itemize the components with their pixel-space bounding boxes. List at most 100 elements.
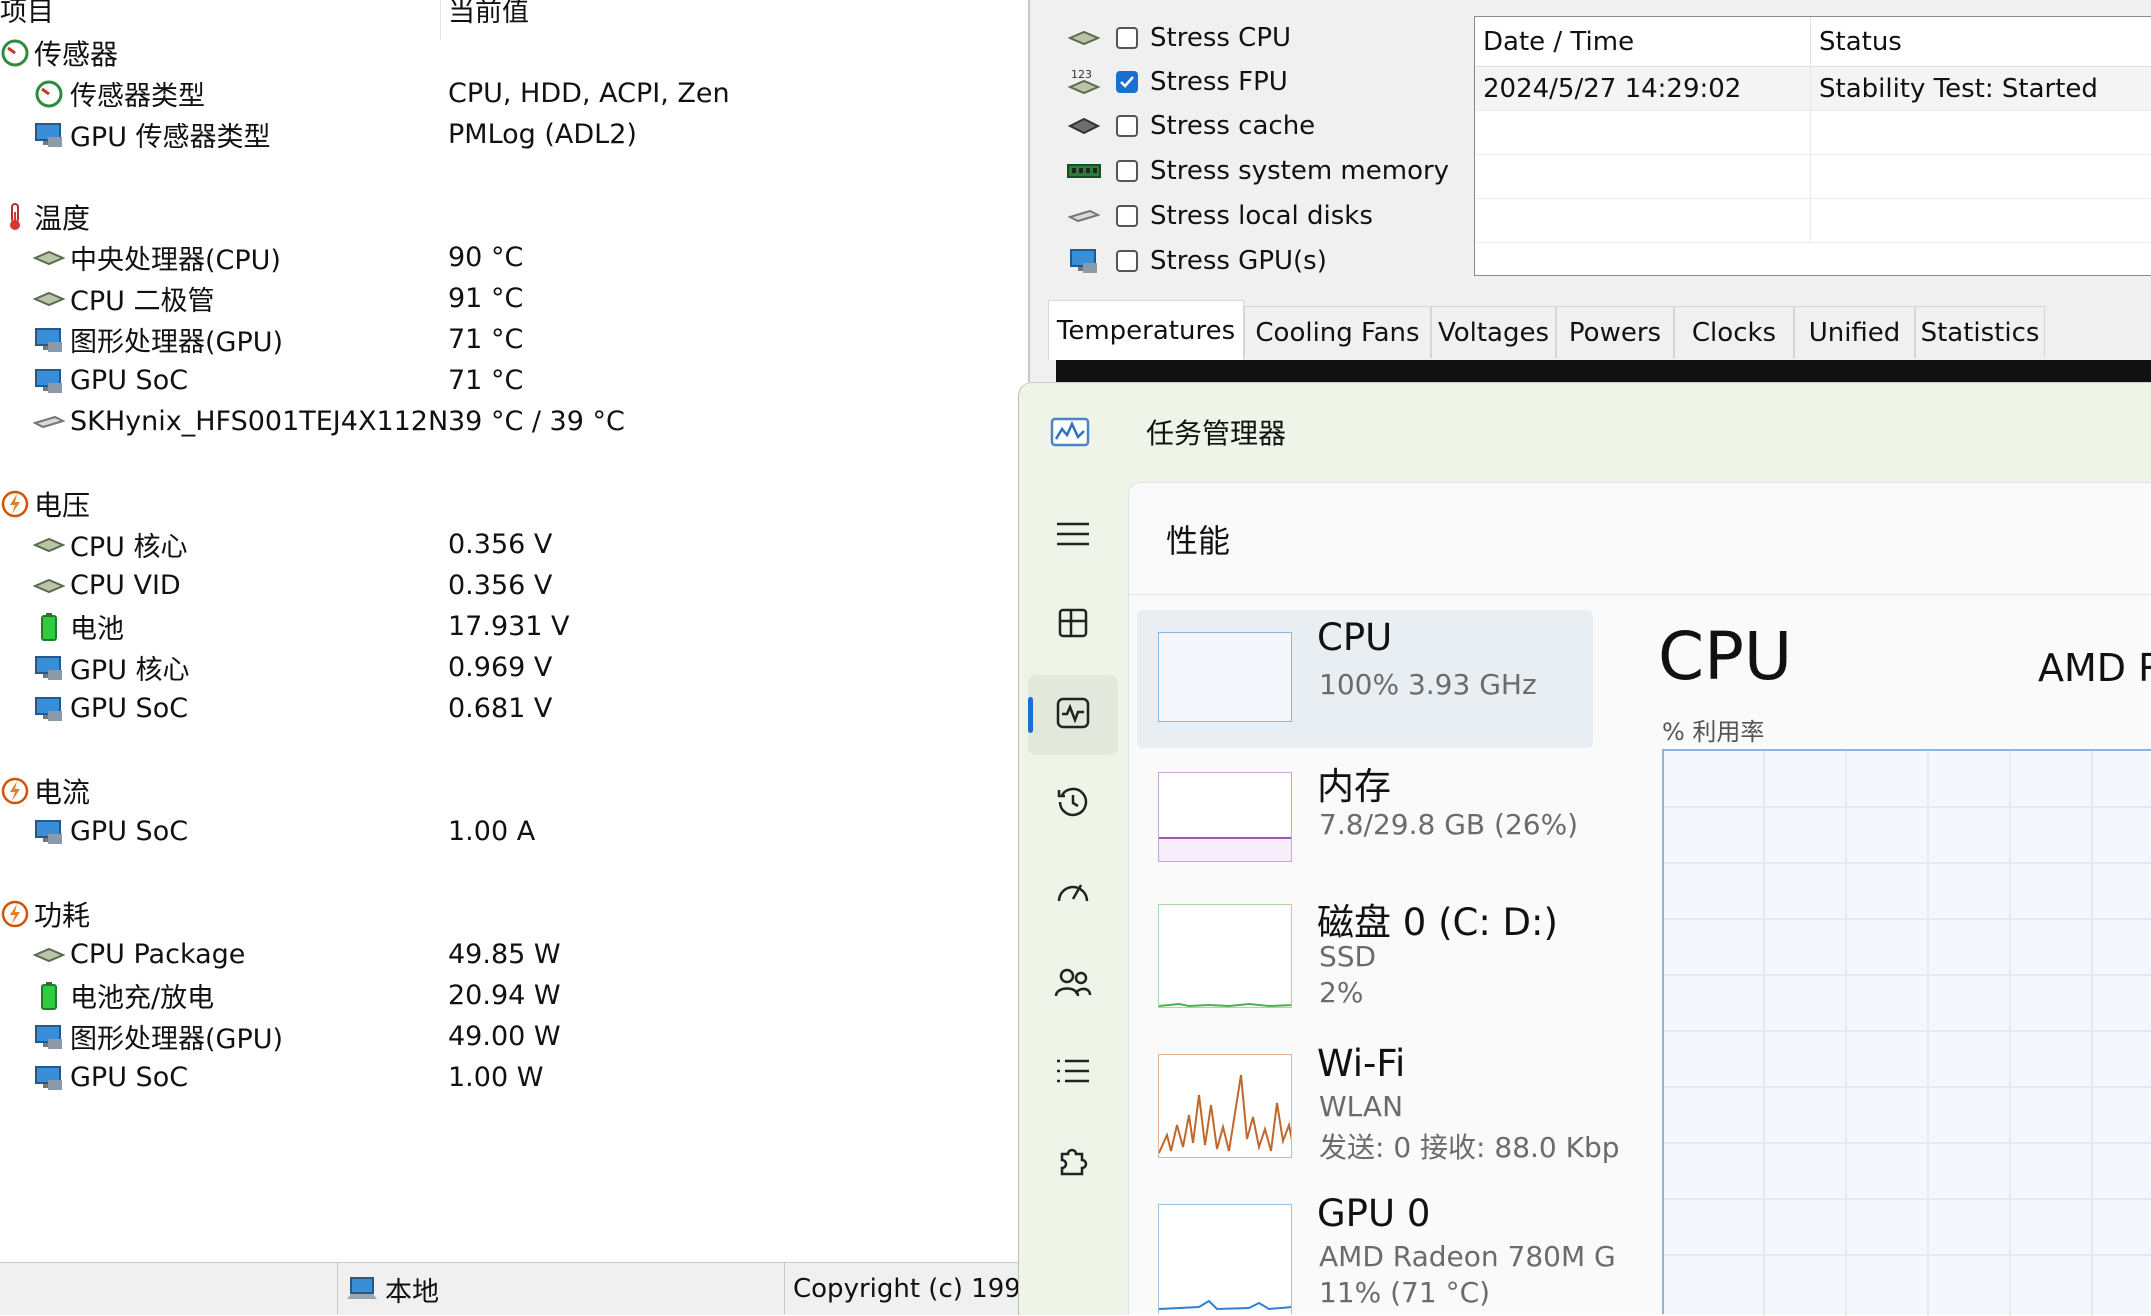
nav-menu-button[interactable] — [1028, 496, 1118, 576]
log-cell-datetime[interactable]: 2024/5/27 14:29:02 — [1475, 67, 1811, 111]
sensor-label: 图形处理器(GPU) — [70, 1024, 284, 1055]
stress-cpu-option[interactable]: Stress CPU — [1066, 18, 1291, 58]
column-divider[interactable] — [440, 0, 441, 40]
sensor-row[interactable]: CPU 二极管 — [32, 278, 214, 319]
log-cell-empty[interactable] — [1811, 199, 2151, 243]
nav-services-button[interactable] — [1028, 1123, 1118, 1203]
device-name: GPU 0 — [1317, 1192, 1431, 1235]
disk-drive-icon — [1066, 201, 1102, 231]
tab-cooling-fans[interactable]: Cooling Fans — [1244, 306, 1431, 358]
tab-temperatures[interactable]: Temperatures — [1048, 300, 1244, 360]
performance-section-title: 性能 — [1166, 522, 1231, 560]
log-cell-status[interactable]: Stability Test: Started — [1811, 67, 2151, 111]
nav-details-button[interactable] — [1028, 1033, 1118, 1113]
device-wifi[interactable]: Wi-Fi WLAN 发送: 0 接收: 88.0 Kbp — [1137, 1036, 1620, 1186]
group-temperature[interactable]: 温度 — [0, 196, 90, 237]
sensor-row[interactable]: GPU SoC — [32, 688, 188, 729]
stress-memory-checkbox[interactable] — [1116, 160, 1138, 182]
stress-gpu-option[interactable]: Stress GPU(s) — [1066, 241, 1327, 281]
column-header-item[interactable]: 项目 — [0, 0, 54, 29]
fpu-123-icon: 123 — [1066, 67, 1102, 97]
nav-performance-button[interactable] — [1028, 675, 1118, 755]
tab-powers[interactable]: Powers — [1556, 306, 1674, 358]
group-power[interactable]: 功耗 — [0, 893, 90, 934]
sensor-row[interactable]: SKHynix_HFS001TEJ4X112N — [32, 401, 448, 442]
stress-cpu-checkbox[interactable] — [1116, 27, 1138, 49]
tab-clocks[interactable]: Clocks — [1674, 306, 1794, 358]
cpu-chip-icon — [32, 243, 66, 273]
tab-statistics[interactable]: Statistics — [1915, 306, 2045, 358]
device-name: Wi-Fi — [1317, 1042, 1406, 1085]
log-header-status[interactable]: Status — [1811, 17, 2151, 67]
stress-cache-checkbox[interactable] — [1116, 115, 1138, 137]
sensor-row[interactable]: CPU Package — [32, 934, 245, 975]
sensor-row[interactable]: GPU SoC — [32, 360, 188, 401]
group-current[interactable]: 电流 — [0, 770, 90, 811]
gpu-monitor-icon — [32, 366, 66, 396]
device-cpu[interactable]: CPU 100% 3.93 GHz — [1137, 610, 1593, 748]
stress-disks-option[interactable]: Stress local disks — [1066, 196, 1373, 236]
stress-gpu-checkbox[interactable] — [1116, 250, 1138, 272]
sensor-row[interactable]: GPU SoC — [32, 1057, 188, 1098]
log-cell-empty[interactable] — [1475, 111, 1811, 155]
device-gpu[interactable]: GPU 0 AMD Radeon 780M G 11% (71 °C) — [1137, 1186, 1616, 1314]
gpu-monitor-icon — [1066, 246, 1102, 276]
group-voltage[interactable]: 电压 — [0, 483, 90, 524]
sensor-row[interactable]: 图形处理器(GPU) — [32, 1016, 283, 1057]
nav-app-history-button[interactable] — [1028, 764, 1118, 844]
cpu-chip-icon — [32, 571, 66, 601]
sensor-value: CPU, HDD, ACPI, Zen — [448, 78, 730, 109]
gpu-monitor-icon — [32, 653, 66, 683]
status-local-label: 本地 — [385, 1276, 439, 1308]
battery-icon — [32, 981, 66, 1011]
sensor-label: 中央处理器(CPU) — [70, 245, 281, 276]
sensor-row[interactable]: 图形处理器(GPU) — [32, 319, 283, 360]
nav-users-button[interactable] — [1028, 944, 1118, 1024]
lightning-icon — [0, 776, 30, 806]
log-cell-empty[interactable] — [1811, 155, 2151, 199]
log-header-datetime[interactable]: Date / Time — [1475, 17, 1811, 67]
device-memory[interactable]: 内存 7.8/29.8 GB (26%) — [1137, 750, 1593, 888]
stress-disks-checkbox[interactable] — [1116, 205, 1138, 227]
sensor-row[interactable]: 电池 — [32, 606, 124, 647]
device-disk[interactable]: 磁盘 0 (C: D:) SSD 2% — [1137, 886, 1593, 1036]
stress-fpu-option[interactable]: 123 Stress FPU — [1066, 62, 1288, 102]
gpu-monitor-icon — [32, 694, 66, 724]
log-cell-empty[interactable] — [1811, 111, 2151, 155]
sensor-label: GPU 传感器类型 — [70, 122, 271, 153]
sensor-label: CPU VID — [70, 570, 181, 601]
sensor-value: 0.356 V — [448, 529, 553, 560]
stability-log-table[interactable]: Date / Time Status 2024/5/27 14:29:02 St… — [1474, 16, 2151, 276]
log-cell-empty[interactable] — [1475, 155, 1811, 199]
lightning-icon — [0, 489, 30, 519]
sensor-row[interactable]: 传感器类型 — [32, 73, 205, 114]
sensor-row[interactable]: CPU 核心 — [32, 524, 187, 565]
log-cell-empty[interactable] — [1475, 199, 1811, 243]
sensor-row[interactable]: 电池充/放电 — [32, 975, 214, 1016]
nav-processes-button[interactable] — [1028, 585, 1118, 665]
group-label: 电压 — [34, 488, 91, 522]
sensor-row[interactable]: 中央处理器(CPU) — [32, 237, 281, 278]
stress-memory-label: Stress system memory — [1150, 156, 1450, 186]
sensor-value: 49.00 W — [448, 1021, 561, 1052]
task-manager-app-icon — [1050, 415, 1090, 453]
tab-voltages[interactable]: Voltages — [1431, 306, 1556, 358]
tab-unified[interactable]: Unified — [1794, 306, 1915, 358]
nav-selected-indicator — [1028, 697, 1033, 733]
sensor-row[interactable]: GPU 核心 — [32, 647, 190, 688]
sensor-row[interactable]: GPU SoC — [32, 811, 188, 852]
column-header-value[interactable]: 当前值 — [448, 0, 529, 29]
cpu-chip-icon — [32, 530, 66, 560]
gpu-mini-graph — [1158, 1204, 1292, 1314]
gpu-monitor-icon — [32, 325, 66, 355]
stress-memory-option[interactable]: Stress system memory — [1066, 151, 1449, 191]
status-local[interactable]: 本地 — [345, 1268, 439, 1310]
nav-startup-button[interactable] — [1028, 854, 1118, 934]
sensor-label: 电池充/放电 — [70, 983, 215, 1014]
task-manager-title: 任务管理器 — [1146, 417, 1287, 450]
stress-fpu-checkbox[interactable] — [1116, 71, 1138, 93]
sensor-row[interactable]: CPU VID — [32, 565, 181, 606]
sensor-row[interactable]: GPU 传感器类型 — [32, 114, 271, 155]
stress-cache-option[interactable]: Stress cache — [1066, 106, 1315, 146]
group-sensors[interactable]: 传感器 — [0, 32, 118, 73]
